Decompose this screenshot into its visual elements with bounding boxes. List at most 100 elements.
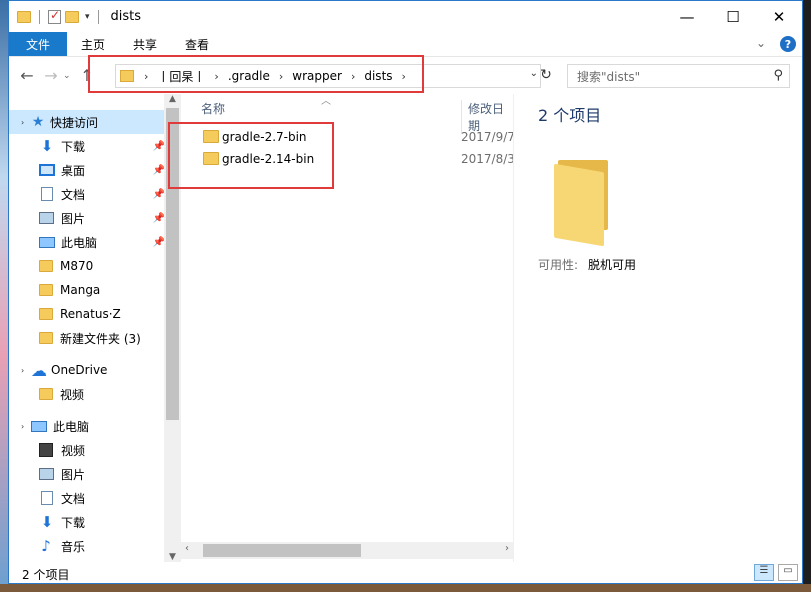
availability-value: 脱机可用: [588, 258, 637, 272]
file-name[interactable]: gradle-2.7-bin: [222, 130, 307, 144]
breadcrumb-separator[interactable]: ›: [402, 70, 406, 83]
folder-icon: [203, 152, 219, 165]
file-name[interactable]: gradle-2.14-bin: [222, 152, 314, 166]
breadcrumb-separator[interactable]: ›: [351, 70, 355, 83]
breadcrumb-item[interactable]: wrapper: [292, 69, 342, 83]
tab-home[interactable]: 主页: [67, 32, 119, 56]
recent-locations-icon[interactable]: ⌄: [63, 71, 75, 81]
nav-label: 下载: [61, 139, 86, 154]
file-list-hscrollbar[interactable]: ‹ ›: [181, 542, 513, 559]
scroll-right-icon[interactable]: ›: [505, 543, 509, 554]
refresh-icon[interactable]: ↻: [537, 67, 555, 85]
nav-label: M870: [60, 259, 94, 273]
large-icons-view-icon[interactable]: ▭: [778, 564, 798, 581]
nav-item-pc-downloads[interactable]: ⬇ 下载: [9, 510, 169, 534]
scrollbar-thumb[interactable]: [166, 108, 179, 420]
nav-item-this-pc-pinned[interactable]: 此电脑 📌: [9, 230, 169, 254]
expand-icon[interactable]: ›: [21, 118, 31, 127]
expand-icon[interactable]: ›: [21, 422, 31, 431]
nav-item-pictures[interactable]: 图片 📌: [9, 206, 169, 230]
folder-icon: [39, 284, 53, 296]
ribbon-tabs: 文件 主页 共享 查看 ⌄ ?: [9, 32, 802, 56]
nav-item-download[interactable]: ⬇ 下载 📌: [9, 134, 169, 158]
tab-view[interactable]: 查看: [171, 32, 223, 56]
video-icon: [39, 443, 53, 457]
expand-ribbon-icon[interactable]: ⌄: [756, 36, 766, 52]
breadcrumb-item[interactable]: dists: [364, 69, 392, 83]
nav-item-pc-videos[interactable]: 视频: [9, 438, 169, 462]
folder-icon: [39, 308, 53, 320]
nav-item-documents[interactable]: 文档 📌: [9, 182, 169, 206]
file-date: 2017/8/3: [461, 152, 515, 166]
item-count-heading: 2 个项目: [538, 106, 602, 125]
breadcrumb-separator[interactable]: ›: [144, 70, 148, 83]
minimize-button[interactable]: —: [664, 1, 710, 32]
breadcrumb-item[interactable]: 丨回杲丨: [157, 68, 205, 85]
nav-item-renatus[interactable]: Renatus·Z: [9, 302, 169, 326]
nav-onedrive[interactable]: › ☁ OneDrive: [9, 358, 169, 382]
nav-item-new-folder[interactable]: 新建文件夹 (3): [9, 326, 169, 350]
expand-icon[interactable]: ›: [21, 366, 31, 375]
nav-label: 下载: [61, 515, 86, 530]
back-button[interactable]: ←: [15, 66, 39, 85]
star-icon: ★: [31, 114, 45, 130]
nav-this-pc[interactable]: › 此电脑: [9, 414, 169, 438]
nav-label: 视频: [60, 387, 85, 402]
properties-icon[interactable]: [48, 8, 61, 24]
breadcrumb-item[interactable]: .gradle: [228, 69, 270, 83]
breadcrumb-separator[interactable]: ›: [279, 70, 283, 83]
customize-toolbar-icon[interactable]: ▾: [85, 12, 90, 22]
nav-item-desktop[interactable]: 桌面 📌: [9, 158, 169, 182]
folder-icon: [39, 388, 53, 400]
file-row[interactable]: gradle-2.7-bin 2017/9/7: [181, 126, 515, 148]
scroll-up-icon[interactable]: ▲: [164, 94, 181, 104]
main-area: › ★ 快捷访问 ⬇ 下载 📌 桌面 📌 文档 📌 图片 📌 此电脑 📌 M87…: [9, 94, 804, 562]
desktop-background-bottom: [0, 584, 811, 592]
nav-label: 桌面: [61, 163, 86, 178]
nav-item-manga[interactable]: Manga: [9, 278, 169, 302]
nav-item-onedrive-video[interactable]: 视频: [9, 382, 169, 406]
nav-quick-access[interactable]: › ★ 快捷访问: [9, 110, 169, 134]
address-row: ← → ⌄ ↑ › 丨回杲丨 › .gradle › wrapper › dis…: [9, 56, 802, 94]
sort-caret-icon: ︿: [321, 96, 331, 107]
folder-icon: [39, 332, 53, 344]
desktop-background-right: [803, 0, 811, 592]
file-row[interactable]: gradle-2.14-bin 2017/8/3: [181, 148, 515, 170]
toolbar-divider: [39, 9, 40, 24]
quick-access-toolbar: ▾: [9, 8, 103, 24]
forward-button[interactable]: →: [39, 66, 63, 85]
maximize-button[interactable]: ☐: [710, 1, 756, 32]
file-date: 2017/9/7: [461, 130, 515, 144]
scrollbar-thumb[interactable]: [203, 544, 361, 557]
nav-item-pc-pictures[interactable]: 图片: [9, 462, 169, 486]
folder-icon: [17, 10, 31, 23]
cloud-icon: ☁: [31, 360, 47, 380]
desktop-icon: [39, 164, 55, 176]
music-icon: ♪: [41, 537, 51, 555]
up-button[interactable]: ↑: [75, 66, 99, 85]
address-bar[interactable]: › 丨回杲丨 › .gradle › wrapper › dists › ⌄: [115, 64, 541, 88]
document-icon: [41, 491, 53, 505]
close-button[interactable]: ✕: [756, 1, 802, 32]
column-name[interactable]: 名称: [201, 100, 225, 117]
tab-file[interactable]: 文件: [9, 32, 68, 56]
nav-label: 文档: [61, 491, 86, 506]
window-title: dists: [110, 9, 142, 24]
scroll-left-icon[interactable]: ‹: [185, 543, 189, 554]
nav-item-pc-documents[interactable]: 文档: [9, 486, 169, 510]
nav-item-m870[interactable]: M870: [9, 254, 169, 278]
new-folder-icon[interactable]: [65, 10, 79, 23]
search-icon[interactable]: ⚲: [773, 68, 783, 83]
scroll-down-icon[interactable]: ▼: [164, 552, 181, 562]
nav-scrollbar[interactable]: ▲ ▼: [164, 94, 181, 562]
search-input[interactable]: 搜索"dists" ⚲: [567, 64, 790, 88]
folder-icon: [39, 260, 53, 272]
picture-icon: [39, 212, 54, 224]
nav-label: 音乐: [61, 539, 86, 554]
nav-item-pc-music[interactable]: ♪ 音乐: [9, 534, 169, 558]
computer-icon: [31, 420, 47, 432]
breadcrumb-separator[interactable]: ›: [214, 70, 218, 83]
details-view-icon[interactable]: ☰: [754, 564, 774, 581]
help-icon[interactable]: ?: [780, 36, 796, 52]
tab-share[interactable]: 共享: [119, 32, 171, 56]
